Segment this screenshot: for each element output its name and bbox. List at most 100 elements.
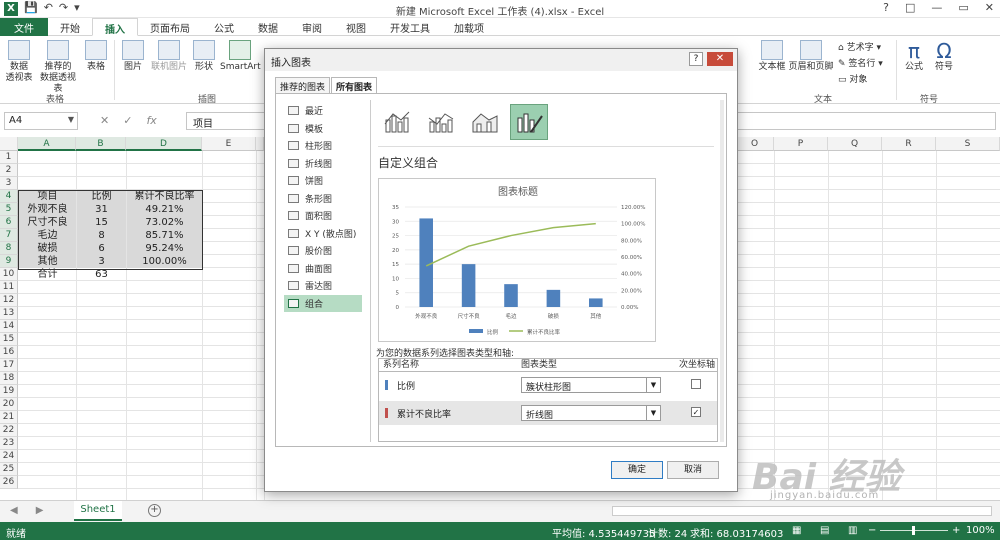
row-header[interactable]: 15 (0, 333, 18, 346)
column-header-s[interactable]: S (936, 137, 1000, 151)
row-header[interactable]: 4 (0, 190, 18, 203)
row-header[interactable]: 19 (0, 385, 18, 398)
row-header[interactable]: 13 (0, 307, 18, 320)
signature-line-button[interactable]: ✎ 签名行 ▾ (838, 56, 883, 72)
row-header[interactable]: 2 (0, 164, 18, 177)
add-sheet-icon[interactable]: + (148, 504, 161, 517)
tab-review[interactable]: 审阅 (290, 18, 334, 36)
combo-variant-custom[interactable] (510, 104, 548, 140)
combo-variant-area-column[interactable] (466, 104, 504, 140)
chart-type-item[interactable]: 柱形图 (284, 137, 362, 155)
next-sheet-icon[interactable]: ▶ (36, 505, 44, 516)
row-header[interactable]: 21 (0, 411, 18, 424)
table-cell[interactable]: 比例 (77, 190, 126, 203)
row-header[interactable]: 23 (0, 437, 18, 450)
chart-type-item[interactable]: 折线图 (284, 155, 362, 173)
help-icon[interactable]: ? (883, 1, 889, 14)
row-header[interactable]: 7 (0, 229, 18, 242)
wordart-button[interactable]: ⌂ 艺术字 ▾ (838, 40, 883, 56)
tab-developer[interactable]: 开发工具 (378, 18, 442, 36)
enter-icon[interactable]: ✓ (123, 114, 132, 127)
shapes-button[interactable]: 形状 (192, 40, 216, 73)
chart-type-item[interactable]: 最近 (284, 102, 362, 120)
tab-insert[interactable]: 插入 (92, 18, 138, 36)
column-header-d[interactable]: D (126, 137, 202, 151)
chart-type-item[interactable]: 模板 (284, 120, 362, 138)
table-cell[interactable]: 95.24% (127, 242, 202, 255)
row-header[interactable]: 25 (0, 463, 18, 476)
dialog-help-icon[interactable]: ? (689, 52, 703, 66)
tab-view[interactable]: 视图 (334, 18, 378, 36)
chart-type-item[interactable]: 雷达图 (284, 277, 362, 295)
column-header-a[interactable]: A (18, 137, 76, 151)
tab-home[interactable]: 开始 (48, 18, 92, 36)
table-cell[interactable]: 100.00% (127, 255, 202, 268)
zoom-slider-thumb[interactable] (912, 526, 915, 535)
column-header-p[interactable]: P (774, 137, 828, 151)
row-header[interactable]: 5 (0, 203, 18, 216)
series-chart-type-select[interactable]: 簇状柱形图 ▼ (521, 377, 661, 393)
table-cell[interactable]: 项目 (19, 190, 76, 203)
recommended-pivot-button[interactable]: 推荐的 数据透视表 (36, 40, 80, 95)
row-header[interactable]: 8 (0, 242, 18, 255)
row-header[interactable]: 11 (0, 281, 18, 294)
select-all-corner[interactable] (0, 137, 18, 151)
row-header[interactable]: 26 (0, 476, 18, 489)
table-cell[interactable]: 8 (77, 229, 126, 242)
table-cell[interactable] (127, 268, 202, 281)
row-header[interactable]: 20 (0, 398, 18, 411)
table-cell[interactable]: 合计 (19, 268, 76, 281)
row-header[interactable]: 18 (0, 372, 18, 385)
vertical-scrollbar[interactable] (720, 100, 724, 442)
row-header[interactable]: 10 (0, 268, 18, 281)
zoom-in-icon[interactable]: + (952, 525, 960, 536)
secondary-axis-checkbox-checked[interactable]: ✓ (691, 407, 701, 417)
equation-button[interactable]: π 公式 (902, 40, 926, 73)
fx-icon[interactable]: fx (146, 114, 156, 127)
row-header[interactable]: 22 (0, 424, 18, 437)
table-cell[interactable]: 49.21% (127, 203, 202, 216)
chart-type-item[interactable]: 面积图 (284, 207, 362, 225)
ok-button[interactable]: 确定 (611, 461, 663, 479)
horizontal-scrollbar[interactable] (612, 506, 992, 516)
chart-type-item[interactable]: 组合 (284, 294, 362, 312)
header-footer-button[interactable]: 页眉和页脚 (788, 40, 834, 73)
table-cell[interactable]: 6 (77, 242, 126, 255)
column-header-r[interactable]: R (882, 137, 936, 151)
name-box[interactable]: A4 ▼ (4, 112, 78, 130)
table-cell[interactable]: 73.02% (127, 216, 202, 229)
table-cell[interactable]: 尺寸不良 (19, 216, 76, 229)
column-header-q[interactable]: Q (828, 137, 882, 151)
page-layout-view-icon[interactable]: ▤ (820, 525, 829, 536)
zoom-level[interactable]: 100% (966, 525, 995, 536)
table-cell[interactable]: 毛边 (19, 229, 76, 242)
row-header[interactable]: 24 (0, 450, 18, 463)
row-header[interactable]: 1 (0, 151, 18, 164)
row-header[interactable]: 6 (0, 216, 18, 229)
tab-data[interactable]: 数据 (246, 18, 290, 36)
secondary-axis-checkbox[interactable] (691, 379, 701, 389)
dialog-close-icon[interactable]: ✕ (707, 52, 733, 66)
maximize-icon[interactable]: ▭ (958, 1, 968, 14)
chevron-down-icon[interactable]: ▼ (68, 115, 74, 124)
combo-variant-secondary-line[interactable] (422, 104, 460, 140)
tab-addins[interactable]: 加载项 (442, 18, 496, 36)
picture-button[interactable]: 图片 (120, 40, 146, 73)
tab-page-layout[interactable]: 页面布局 (138, 18, 202, 36)
minimize-icon[interactable]: — (931, 1, 942, 14)
chart-type-item[interactable]: 曲面图 (284, 260, 362, 278)
chevron-down-icon[interactable]: ▼ (646, 406, 660, 420)
online-picture-button[interactable]: 联机图片 (150, 40, 188, 73)
row-header[interactable]: 9 (0, 255, 18, 268)
pivot-table-button[interactable]: 数据 透视表 (4, 40, 34, 84)
combo-variant-clustered-line[interactable] (378, 104, 416, 140)
sheet-tab-sheet1[interactable]: Sheet1 (74, 501, 122, 521)
table-button[interactable]: 表格 (84, 40, 108, 73)
table-cell[interactable]: 63 (77, 268, 126, 281)
table-cell[interactable]: 85.71% (127, 229, 202, 242)
cancel-icon[interactable]: ✕ (100, 114, 109, 127)
row-header[interactable]: 3 (0, 177, 18, 190)
chevron-down-icon[interactable]: ▼ (646, 378, 660, 392)
table-cell[interactable]: 累计不良比率 (127, 190, 202, 203)
cancel-button[interactable]: 取消 (667, 461, 719, 479)
